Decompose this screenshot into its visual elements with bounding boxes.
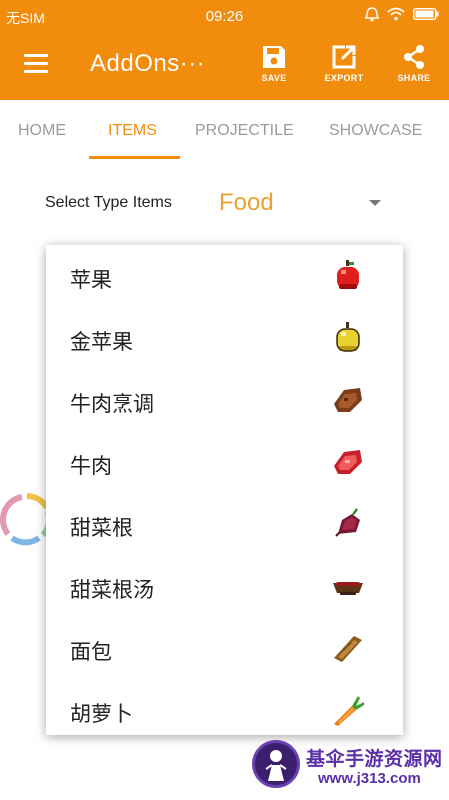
save-button[interactable]: SAVE: [249, 42, 299, 92]
share-label: SHARE: [397, 73, 431, 83]
export-icon: [332, 45, 356, 69]
option-label: 牛肉烹调: [70, 392, 154, 416]
export-button[interactable]: EXPORT: [319, 42, 369, 92]
battery-icon: [413, 8, 439, 20]
save-label: SAVE: [261, 73, 287, 83]
dropdown-arrow-icon[interactable]: [369, 200, 381, 206]
option-label: 甜菜根: [70, 516, 133, 540]
dropdown-option-carrot[interactable]: 胡萝卜: [46, 679, 403, 735]
save-icon: [263, 46, 285, 68]
wifi-icon: [387, 7, 405, 21]
cooked-beef-icon: [334, 388, 362, 412]
dropdown-option-beetroot[interactable]: 甜菜根: [46, 493, 403, 555]
option-label: 甜菜根汤: [70, 578, 154, 602]
share-button[interactable]: SHARE: [389, 42, 439, 92]
export-label: EXPORT: [324, 73, 364, 83]
option-label: 金苹果: [70, 330, 133, 354]
golden-apple-icon: [336, 322, 360, 352]
raw-beef-icon: [334, 450, 362, 474]
option-label: 苹果: [70, 268, 112, 292]
active-tab-indicator: [89, 156, 180, 159]
beetroot-soup-icon: [333, 582, 363, 595]
app-title: AddOns···: [90, 50, 206, 77]
hamburger-icon: [24, 54, 48, 57]
dropdown-option-beetroot-soup[interactable]: 甜菜根汤: [46, 555, 403, 617]
option-label: 牛肉: [70, 454, 112, 478]
tab-items[interactable]: ITEMS: [108, 122, 157, 140]
watermark-name: 基伞手游资源网: [306, 748, 443, 770]
share-icon: [404, 45, 424, 69]
tab-bar: HOME ITEMS PROJECTILE SHOWCASE: [0, 100, 449, 160]
bread-icon: [334, 636, 362, 662]
dropdown-option-bread[interactable]: 面包: [46, 617, 403, 679]
watermark: 基伞手游资源网 www.j313.com: [248, 738, 448, 798]
beetroot-icon: [335, 508, 360, 537]
carrot-icon: [334, 696, 364, 726]
dropdown-option-raw-beef[interactable]: 牛肉: [46, 431, 403, 493]
option-label: 面包: [70, 640, 112, 664]
status-bar: 无SIM 09:26: [0, 0, 449, 30]
type-selector-label: Select Type Items: [45, 194, 172, 211]
watermark-url: www.j313.com: [318, 770, 421, 787]
tab-showcase[interactable]: SHOWCASE: [329, 122, 422, 140]
type-selector-value[interactable]: Food: [219, 189, 274, 217]
food-dropdown-list: 苹果 金苹果 牛肉烹调 牛肉 甜菜根 甜菜根汤 面包 胡萝卜: [46, 245, 403, 735]
app-bar: AddOns··· SAVE EXPORT SHARE: [0, 30, 449, 100]
tab-projectile[interactable]: PROJECTILE: [195, 122, 294, 140]
dropdown-option-golden-apple[interactable]: 金苹果: [46, 307, 403, 369]
watermark-logo-icon: [252, 740, 300, 788]
dropdown-option-apple[interactable]: 苹果: [46, 245, 403, 307]
tab-home[interactable]: HOME: [18, 122, 66, 140]
dropdown-option-cooked-beef[interactable]: 牛肉烹调: [46, 369, 403, 431]
option-label: 胡萝卜: [70, 702, 133, 726]
menu-button[interactable]: [24, 54, 48, 74]
alarm-icon: [365, 7, 379, 22]
apple-icon: [337, 260, 359, 289]
